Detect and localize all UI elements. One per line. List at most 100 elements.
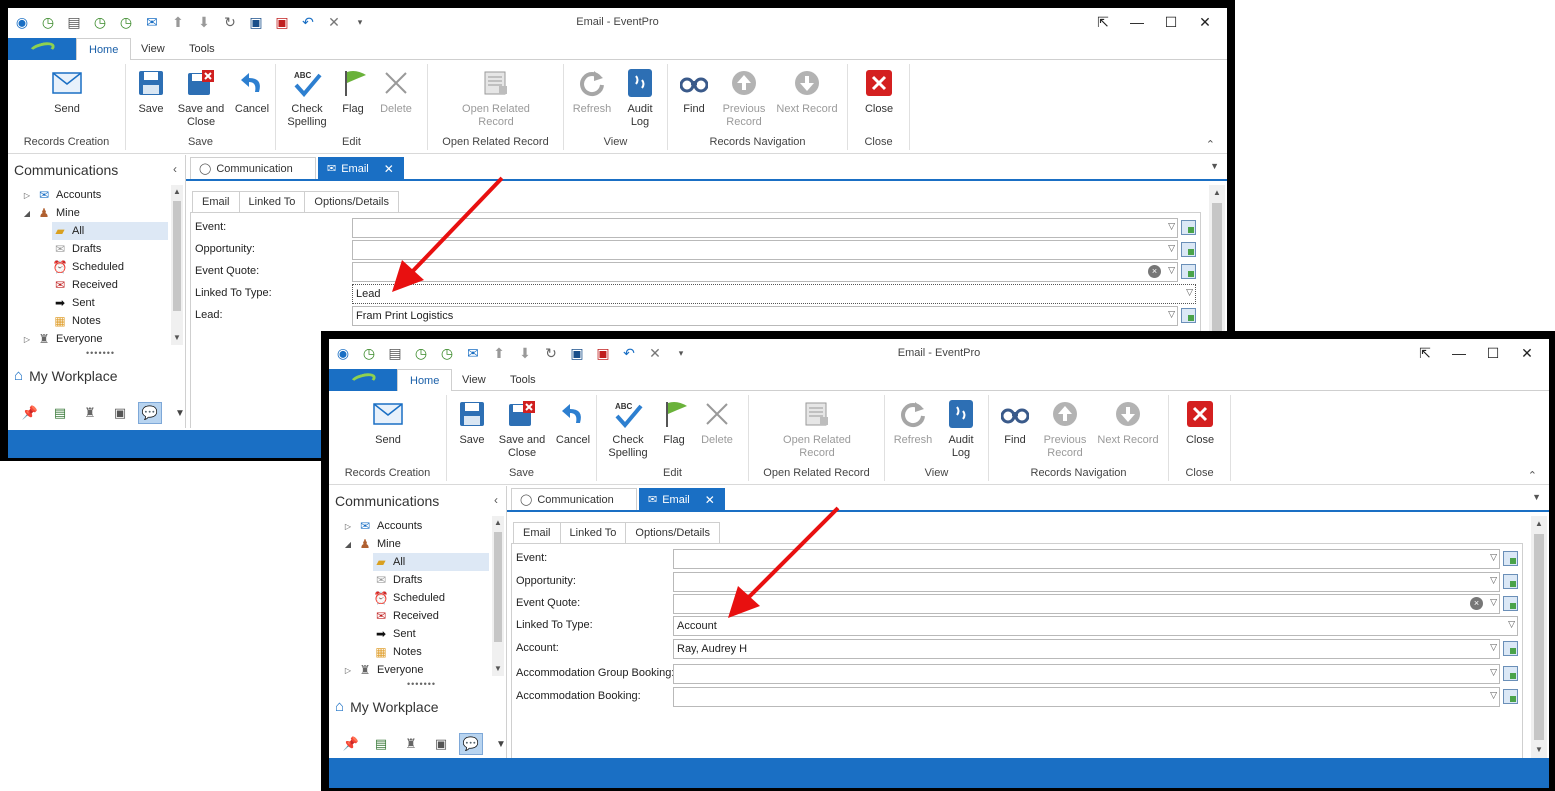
tab-home[interactable]: Home (397, 369, 453, 392)
scroll-up-icon[interactable]: ▲ (1531, 516, 1547, 532)
subtab-email[interactable]: Email (192, 191, 240, 213)
close-button[interactable]: Close (1181, 397, 1219, 447)
app-menu-button[interactable] (329, 369, 397, 391)
save-button[interactable]: Save (455, 397, 489, 447)
dropdown-chevron-icon[interactable]: ▽ (1490, 642, 1497, 653)
sidebar-collapse-icon[interactable]: ‹ (173, 162, 177, 176)
lead-field[interactable]: Fram Print Logistics ▽ (352, 306, 1178, 326)
expand-icon[interactable]: ▷ (343, 666, 353, 675)
sidebar-scrollbar[interactable]: ▲ ▼ (492, 516, 504, 676)
ribbon-collapse-icon[interactable]: ⌃ (1206, 138, 1215, 151)
speech-bubble-icon[interactable]: 💬 (138, 402, 162, 424)
lookup-icon[interactable] (1181, 308, 1196, 323)
dropdown-chevron-icon[interactable]: ▽ (1168, 221, 1175, 232)
tree-item-all[interactable]: ▰ All (373, 553, 489, 571)
linked-to-type-select[interactable]: Account ▽ (673, 616, 1518, 636)
scroll-down-icon[interactable]: ▼ (171, 331, 183, 345)
find-button[interactable]: Find (995, 397, 1035, 447)
accommodation-group-booking-field[interactable]: ▽ (673, 664, 1500, 684)
event-quote-field[interactable]: × ▽ (352, 262, 1178, 282)
event-quote-field[interactable]: × ▽ (673, 594, 1500, 614)
find-button[interactable]: Find (674, 66, 714, 116)
dropdown-chevron-icon[interactable]: ▽ (1490, 575, 1497, 586)
lookup-icon[interactable] (1503, 641, 1518, 656)
scroll-up-icon[interactable]: ▲ (171, 185, 183, 199)
building-icon[interactable]: ♜ (399, 733, 423, 755)
refresh-button[interactable]: Refresh (570, 66, 614, 116)
collapse-icon[interactable]: ◢ (22, 209, 32, 218)
building-icon[interactable]: ♜ (78, 402, 102, 424)
dropdown-chevron-icon[interactable]: ▽ (1168, 309, 1175, 320)
delete-button[interactable]: Delete (376, 66, 416, 116)
save-button[interactable]: Save (134, 66, 168, 116)
sidebar-scrollbar[interactable]: ▲ ▼ (171, 185, 183, 345)
tree-item-sent[interactable]: ➡ Sent (52, 294, 95, 312)
account-field[interactable]: Ray, Audrey H ▽ (673, 639, 1500, 659)
pin-icon[interactable]: 📌 (18, 402, 42, 424)
lookup-icon[interactable] (1503, 689, 1518, 704)
tab-communication[interactable]: ◯ Communication (511, 488, 637, 510)
tree-item-drafts[interactable]: ✉ Drafts (52, 240, 101, 258)
tab-list-chevron-icon[interactable]: ▼ (1210, 161, 1219, 171)
tree-item-all[interactable]: ▰ All (52, 222, 168, 240)
tree-item-accounts[interactable]: ▷ ✉ Accounts (343, 517, 422, 535)
clear-icon[interactable]: × (1148, 265, 1161, 278)
tree-item-sent[interactable]: ➡ Sent (373, 625, 416, 643)
previous-record-button[interactable]: Previous Record (1041, 397, 1089, 460)
close-icon[interactable]: ✕ (1195, 12, 1215, 32)
tab-email[interactable]: ✉ Email ✕ (639, 488, 725, 510)
tab-view[interactable]: View (129, 38, 177, 61)
restore-icon[interactable]: ⇱ (1093, 12, 1113, 32)
tree-item-mine[interactable]: ◢ ♟ Mine (22, 204, 80, 222)
dropdown-chevron-icon[interactable]: ▽ (1490, 597, 1497, 608)
close-button[interactable]: Close (860, 66, 898, 116)
maximize-icon[interactable]: ☐ (1483, 343, 1503, 363)
tree-item-received[interactable]: ✉ Received (52, 276, 118, 294)
subtab-email[interactable]: Email (513, 522, 561, 544)
lookup-icon[interactable] (1503, 551, 1518, 566)
check-spelling-button[interactable]: ABC Check Spelling (605, 397, 651, 460)
lookup-icon[interactable] (1181, 242, 1196, 257)
scroll-thumb[interactable] (173, 201, 181, 311)
delete-button[interactable]: Delete (697, 397, 737, 447)
scroll-down-icon[interactable]: ▼ (1531, 742, 1547, 758)
lookup-icon[interactable] (1503, 596, 1518, 611)
open-related-record-button[interactable]: Open Related Record (446, 66, 546, 129)
accommodation-booking-field[interactable]: ▽ (673, 687, 1500, 707)
maximize-icon[interactable]: ☐ (1161, 12, 1181, 32)
tab-tools[interactable]: Tools (177, 38, 227, 61)
event-field[interactable]: ▽ (673, 549, 1500, 569)
close-tab-icon[interactable]: ✕ (384, 162, 394, 176)
flag-button[interactable]: Flag (338, 66, 368, 116)
previous-record-button[interactable]: Previous Record (720, 66, 768, 129)
tab-communication[interactable]: ◯ Communication (190, 157, 316, 179)
app-menu-button[interactable] (8, 38, 76, 60)
cancel-button[interactable]: Cancel (232, 66, 272, 116)
pin-icon[interactable]: 📌 (339, 733, 363, 755)
form-scrollbar[interactable]: ▲ ▼ (1531, 516, 1547, 758)
splitter-grip[interactable]: ••••••• (86, 348, 115, 358)
clear-icon[interactable]: × (1470, 597, 1483, 610)
tab-email[interactable]: ✉ Email ✕ (318, 157, 404, 179)
dropdown-chevron-icon[interactable]: ▽ (1490, 690, 1497, 701)
tab-view[interactable]: View (450, 369, 498, 392)
dropdown-chevron-icon[interactable]: ▽ (1490, 552, 1497, 563)
tree-item-mine[interactable]: ◢ ♟ Mine (343, 535, 401, 553)
tree-item-drafts[interactable]: ✉ Drafts (373, 571, 422, 589)
dropdown-chevron-icon[interactable]: ▽ (1508, 619, 1515, 630)
send-button[interactable]: Send (47, 66, 87, 116)
linked-to-type-select[interactable]: Lead ▽ (352, 284, 1196, 304)
lookup-icon[interactable] (1503, 666, 1518, 681)
opportunity-field[interactable]: ▽ (352, 240, 1178, 260)
refresh-button[interactable]: Refresh (891, 397, 935, 447)
next-record-button[interactable]: Next Record (774, 66, 840, 116)
splitter-grip[interactable]: ••••••• (407, 679, 436, 689)
tab-tools[interactable]: Tools (498, 369, 548, 392)
speech-bubble-icon[interactable]: 💬 (459, 733, 483, 755)
collapse-icon[interactable]: ◢ (343, 540, 353, 549)
minimize-icon[interactable]: — (1449, 343, 1469, 363)
dropdown-chevron-icon[interactable]: ▽ (1186, 287, 1193, 298)
contact-card-icon[interactable]: ▣ (429, 733, 453, 755)
save-and-close-button[interactable]: Save and Close (495, 397, 549, 460)
scroll-thumb[interactable] (494, 532, 502, 642)
